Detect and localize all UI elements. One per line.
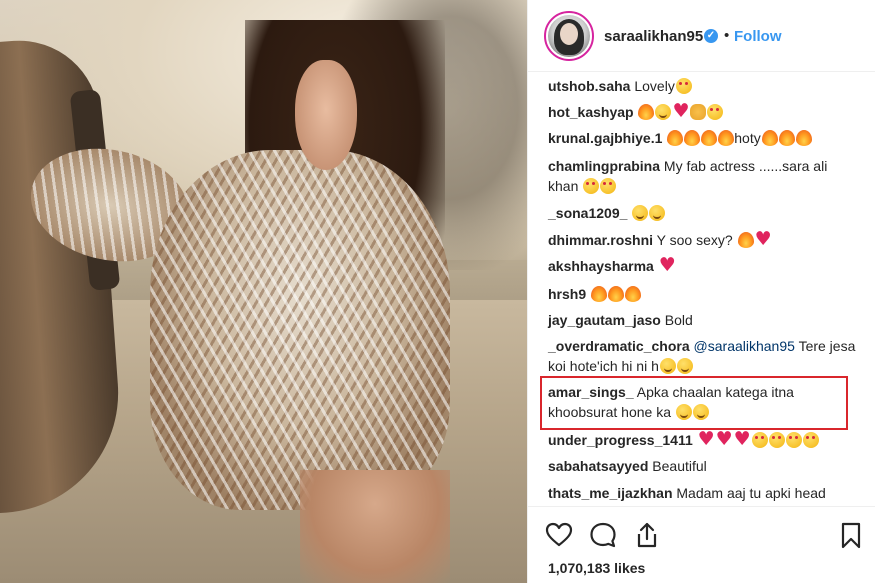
comment-username[interactable]: hrsh9 [548, 286, 586, 302]
comment-item: sabahatsayyed Beautiful [548, 456, 858, 476]
smiling-face-icon [785, 432, 802, 448]
comment-item: _overdramatic_chora @saraalikhan95 Tere … [548, 336, 858, 376]
comment-username[interactable]: thats_me_ijazkhan [548, 485, 673, 501]
avatar[interactable] [544, 11, 594, 61]
comment-username[interactable]: _overdramatic_chora [548, 338, 690, 354]
comment-username[interactable]: akshhaysharma [548, 258, 654, 274]
comments-list[interactable]: utshob.saha Lovely hot_kashyap krunal.ga… [528, 74, 875, 506]
post-actions: 1,070,183 likes [528, 506, 875, 583]
smiling-face-icon [802, 432, 819, 448]
winking-face-icon [649, 205, 666, 221]
heart-icon [672, 101, 689, 121]
fire-icon [667, 130, 684, 146]
fire-icon [737, 232, 754, 248]
comment-text: Lovely [634, 78, 675, 94]
bookmark-icon[interactable] [836, 520, 866, 550]
comment-item: hrsh9 [548, 284, 858, 304]
fire-icon [638, 104, 655, 120]
fire-icon [684, 130, 701, 146]
fire-icon [625, 286, 642, 302]
heart-icon [734, 429, 751, 449]
comment-text: hoty [734, 130, 761, 146]
post-username[interactable]: saraalikhan95 [604, 28, 703, 45]
comment-item: jay_gautam_jaso Bold [548, 310, 858, 330]
post-header: saraalikhan95 ✓ • Follow [528, 0, 875, 72]
comment-item: _sona1209_ [548, 203, 858, 223]
comment-username[interactable]: dhimmar.roshni [548, 232, 653, 248]
comment-item-highlighted: amar_sings_ Apka chaalan katega itna kho… [548, 382, 858, 422]
fire-icon [591, 286, 608, 302]
comment-username[interactable]: under_progress_1411 [548, 432, 693, 448]
fire-icon [795, 130, 812, 146]
winking-face-icon [675, 404, 692, 420]
header-separator: • [724, 27, 730, 44]
speech-bubble-icon[interactable] [588, 520, 618, 550]
ok-hand-icon [690, 104, 707, 120]
comment-item: krunal.gajbhiye.1 hoty [548, 128, 858, 148]
comment-username[interactable]: jay_gautam_jaso [548, 312, 661, 328]
comment-username[interactable]: utshob.saha [548, 78, 630, 94]
heart-icon [698, 429, 715, 449]
smiling-face-icon [768, 432, 785, 448]
verified-badge-icon: ✓ [704, 29, 718, 43]
comment-mention[interactable]: @saraalikhan95 [694, 338, 795, 354]
photo-face [295, 60, 357, 170]
photo-dress [150, 150, 450, 510]
winking-face-icon [632, 205, 649, 221]
smiling-face-icon [707, 104, 724, 120]
fire-icon [608, 286, 625, 302]
like-count[interactable]: 1,070,183 likes [548, 560, 645, 576]
comment-item: chamlingprabina My fab actress ......sar… [548, 156, 858, 196]
fire-icon [761, 130, 778, 146]
winking-face-icon [692, 404, 709, 420]
comment-item: dhimmar.roshni Y soo sexy? [548, 229, 858, 250]
fire-icon [701, 130, 718, 146]
comment-text: Y soo sexy? [656, 232, 733, 248]
comment-item: utshob.saha Lovely [548, 76, 858, 96]
comment-item: under_progress_1411 [548, 429, 858, 450]
heart-icon [716, 429, 733, 449]
follow-button[interactable]: Follow [734, 28, 782, 45]
comment-username[interactable]: amar_sings_ [548, 384, 634, 400]
winking-face-icon [655, 104, 672, 120]
comment-text: Bold [664, 312, 693, 328]
fire-icon [778, 130, 795, 146]
comment-username[interactable]: hot_kashyap [548, 104, 634, 120]
smiling-face-icon [600, 178, 617, 194]
heart-outline-icon[interactable] [544, 520, 574, 550]
photo-legs [300, 470, 450, 583]
comment-text: Madam aaj tu apki head [676, 485, 826, 501]
winking-face-icon [659, 358, 676, 374]
post-photo[interactable] [0, 0, 527, 583]
smiling-face-icon [751, 432, 768, 448]
comment-username[interactable]: krunal.gajbhiye.1 [548, 130, 662, 146]
comment-item: akshhaysharma [548, 255, 858, 276]
smiling-face-icon [583, 178, 600, 194]
comment-username[interactable]: _sona1209_ [548, 205, 627, 221]
winking-face-icon [676, 358, 693, 374]
comment-item: thats_me_ijazkhan Madam aaj tu apki head [548, 483, 858, 503]
heart-icon [755, 229, 772, 249]
avatar-image [548, 15, 590, 57]
fire-icon [718, 130, 735, 146]
comment-username[interactable]: chamlingprabina [548, 158, 660, 174]
post-side-panel: saraalikhan95 ✓ • Follow utshob.saha Lov… [527, 0, 875, 583]
share-icon[interactable] [632, 520, 662, 550]
comment-username[interactable]: sabahatsayyed [548, 458, 648, 474]
smiling-face-icon [675, 78, 692, 94]
comment-text: Beautiful [652, 458, 707, 474]
heart-icon [659, 255, 676, 275]
comment-item: hot_kashyap [548, 101, 858, 122]
